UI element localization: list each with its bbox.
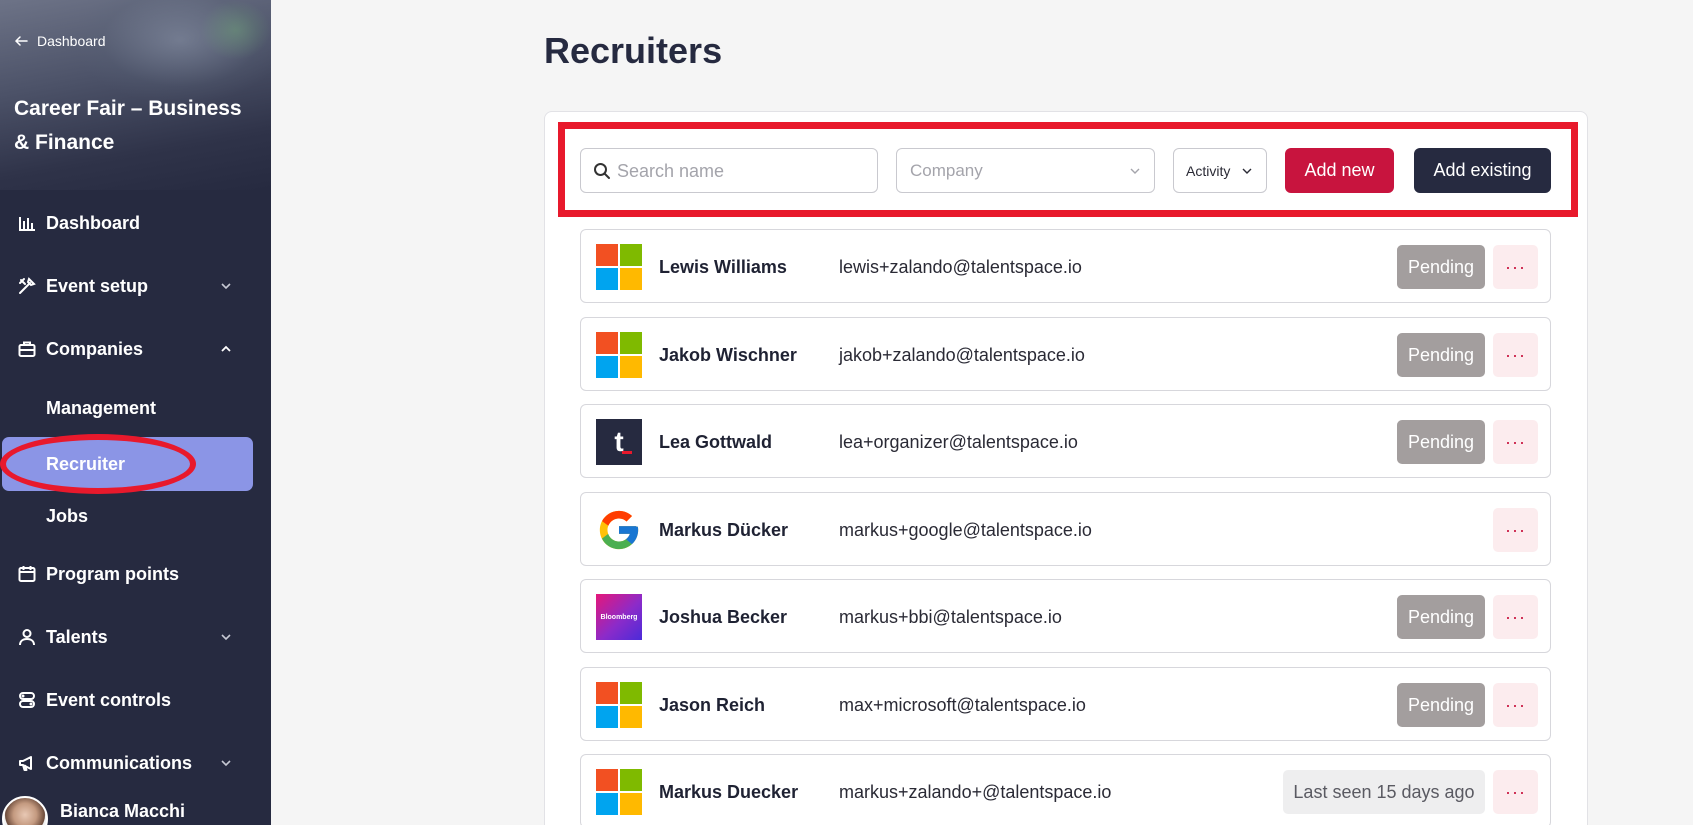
- search-input[interactable]: [617, 159, 867, 183]
- calendar-icon: [16, 563, 38, 585]
- more-options-button[interactable]: ···: [1493, 245, 1538, 289]
- talentspace-logo: t: [596, 419, 642, 465]
- sidebar-item-companies[interactable]: Companies: [0, 326, 271, 372]
- chevron-down-icon: [221, 283, 231, 290]
- recruiter-name: Jakob Wischner: [659, 345, 797, 365]
- table-row[interactable]: Bloomberg Joshua Becker markus+bbi@talen…: [580, 579, 1551, 653]
- user-name: Bianca Macchi: [60, 800, 186, 821]
- megaphone-icon: [16, 752, 38, 774]
- status-badge: Pending: [1397, 333, 1485, 377]
- recruiter-name: Lewis Williams: [659, 257, 787, 277]
- sidebar-item-program-points[interactable]: Program points: [0, 551, 271, 597]
- google-logo: [599, 510, 639, 550]
- table-row[interactable]: Markus Duecker markus+zalando+@talentspa…: [580, 754, 1551, 825]
- table-row[interactable]: Jason Reich max+microsoft@talentspace.io…: [580, 667, 1551, 741]
- chevron-down-icon: [221, 634, 231, 641]
- recruiter-email: lea+organizer@talentspace.io: [839, 432, 1078, 452]
- status-badge: Pending: [1397, 683, 1485, 727]
- table-row[interactable]: Jakob Wischner jakob+zalando@talentspace…: [580, 317, 1551, 391]
- status-badge: Pending: [1397, 595, 1485, 639]
- more-options-button[interactable]: ···: [1493, 508, 1538, 552]
- sidebar-item-communications[interactable]: Communications: [0, 740, 271, 786]
- recruiter-email: lewis+zalando@talentspace.io: [839, 257, 1082, 277]
- add-existing-button[interactable]: Add existing: [1414, 148, 1551, 193]
- bar-chart-icon: [16, 212, 38, 234]
- recruiter-email: markus+zalando+@talentspace.io: [839, 782, 1112, 802]
- recruiter-email: markus+google@talentspace.io: [839, 520, 1092, 540]
- more-options-button[interactable]: ···: [1493, 333, 1538, 377]
- sidebar-item-label: Dashboard: [46, 212, 141, 233]
- more-options-button[interactable]: ···: [1493, 420, 1538, 464]
- sidebar-item-label: Event controls: [46, 689, 172, 710]
- more-options-button[interactable]: ···: [1493, 770, 1538, 814]
- status-badge: Pending: [1397, 420, 1485, 464]
- microsoft-logo: [596, 769, 642, 815]
- sidebar-item-label: Talents: [46, 626, 108, 647]
- recruiter-email: markus+bbi@talentspace.io: [839, 607, 1062, 627]
- sidebar-item-label: Event setup: [46, 275, 149, 296]
- status-badge: Pending: [1397, 245, 1485, 289]
- sidebar-item-label: Jobs: [46, 505, 89, 526]
- annotation-circle: [0, 434, 196, 494]
- back-link-label: Dashboard: [37, 33, 106, 49]
- recruiter-name: Markus Duecker: [659, 782, 799, 802]
- company-select-placeholder: Company: [910, 160, 983, 180]
- sidebar-item-label: Communications: [46, 752, 193, 773]
- recruiter-name: Lea Gottwald: [659, 432, 773, 452]
- more-options-button[interactable]: ···: [1493, 683, 1538, 727]
- activity-select-label: Activity: [1186, 162, 1231, 179]
- chevron-down-icon: [1242, 168, 1252, 174]
- sidebar-item-event-controls[interactable]: Event controls: [0, 677, 271, 723]
- microsoft-logo: [596, 682, 642, 728]
- user-profile[interactable]: Bianca Macchi: [2, 796, 185, 825]
- add-new-button[interactable]: Add new: [1285, 148, 1394, 193]
- microsoft-logo: [596, 332, 642, 378]
- table-row[interactable]: t Lea Gottwald lea+organizer@talentspace…: [580, 404, 1551, 478]
- briefcase-icon: [16, 338, 38, 360]
- recruiter-email: jakob+zalando@talentspace.io: [839, 345, 1085, 365]
- search-icon: [594, 162, 610, 179]
- recruiter-name: Joshua Becker: [659, 607, 788, 627]
- sidebar-item-jobs[interactable]: Jobs: [0, 491, 271, 541]
- sidebar-item-dashboard[interactable]: Dashboard: [0, 200, 271, 246]
- last-seen-badge: Last seen 15 days ago: [1283, 770, 1485, 814]
- sidebar-item-label: Companies: [46, 338, 144, 359]
- sidebar-item-label: Program points: [46, 563, 180, 584]
- sidebar-item-event-setup[interactable]: Event setup: [0, 263, 271, 309]
- chevron-up-icon: [221, 345, 231, 352]
- sidebar-item-label: Management: [46, 397, 157, 418]
- back-to-dashboard-link[interactable]: Dashboard: [14, 33, 106, 49]
- sidebar-item-talents[interactable]: Talents: [0, 614, 271, 660]
- user-icon: [16, 626, 38, 648]
- arrow-left-icon: [14, 36, 28, 46]
- search-field[interactable]: [580, 148, 878, 193]
- sidebar-item-management[interactable]: Management: [0, 383, 271, 433]
- recruiter-email: max+microsoft@talentspace.io: [839, 695, 1086, 715]
- microsoft-logo: [596, 244, 642, 290]
- sidebar: Dashboard Career Fair – Business & Finan…: [0, 0, 271, 825]
- chevron-down-icon: [1130, 168, 1140, 174]
- recruiter-name: Jason Reich: [659, 695, 766, 715]
- more-options-button[interactable]: ···: [1493, 595, 1538, 639]
- tools-icon: [16, 275, 38, 297]
- page-title: Recruiters: [544, 30, 723, 71]
- company-select[interactable]: Company: [896, 148, 1155, 193]
- chevron-down-icon: [221, 760, 231, 767]
- controls-icon: [16, 689, 38, 711]
- recruiter-name: Markus Dücker: [659, 520, 789, 540]
- avatar: [2, 796, 48, 825]
- event-title: Career Fair – Business & Finance: [14, 97, 242, 154]
- activity-select[interactable]: Activity: [1173, 148, 1267, 193]
- table-row[interactable]: Markus Dücker markus+google@talentspace.…: [580, 492, 1551, 566]
- bloomberg-logo: Bloomberg: [596, 594, 642, 640]
- table-row[interactable]: Lewis Williams lewis+zalando@talentspace…: [580, 229, 1551, 303]
